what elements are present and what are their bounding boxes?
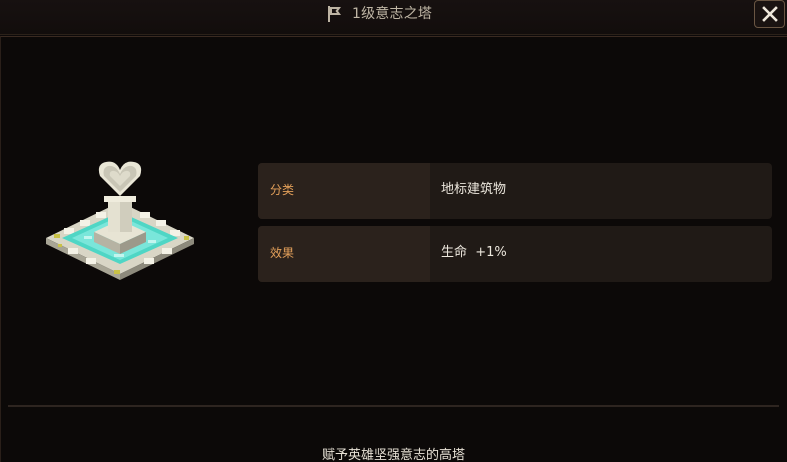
effect-value: 生命 +1% xyxy=(441,245,507,260)
category-row: 分类 地标建筑物 xyxy=(258,163,772,219)
building-info-dialog: 1级意志之塔 分类 地标建筑物 效果 生命 +1% 赋予英雄坚强意志的高塔 xyxy=(0,0,787,462)
effect-label-cell: 效果 xyxy=(258,226,430,282)
effect-row: 效果 生命 +1% xyxy=(258,226,772,282)
title-group: 1级意志之塔 xyxy=(326,3,432,25)
effect-label: 效果 xyxy=(270,246,295,260)
flag-icon xyxy=(328,6,341,22)
heart-fountain-icon xyxy=(46,161,194,280)
close-button[interactable] xyxy=(754,0,785,28)
category-label-cell: 分类 xyxy=(258,163,430,219)
section-divider xyxy=(8,405,779,407)
category-label: 分类 xyxy=(270,183,295,197)
category-value: 地标建筑物 xyxy=(441,182,507,197)
close-icon xyxy=(761,6,778,22)
dialog-header: 1级意志之塔 xyxy=(0,0,787,35)
building-description: 赋予英雄坚强意志的高塔 xyxy=(321,448,465,462)
dialog-title: 1级意志之塔 xyxy=(352,6,433,22)
